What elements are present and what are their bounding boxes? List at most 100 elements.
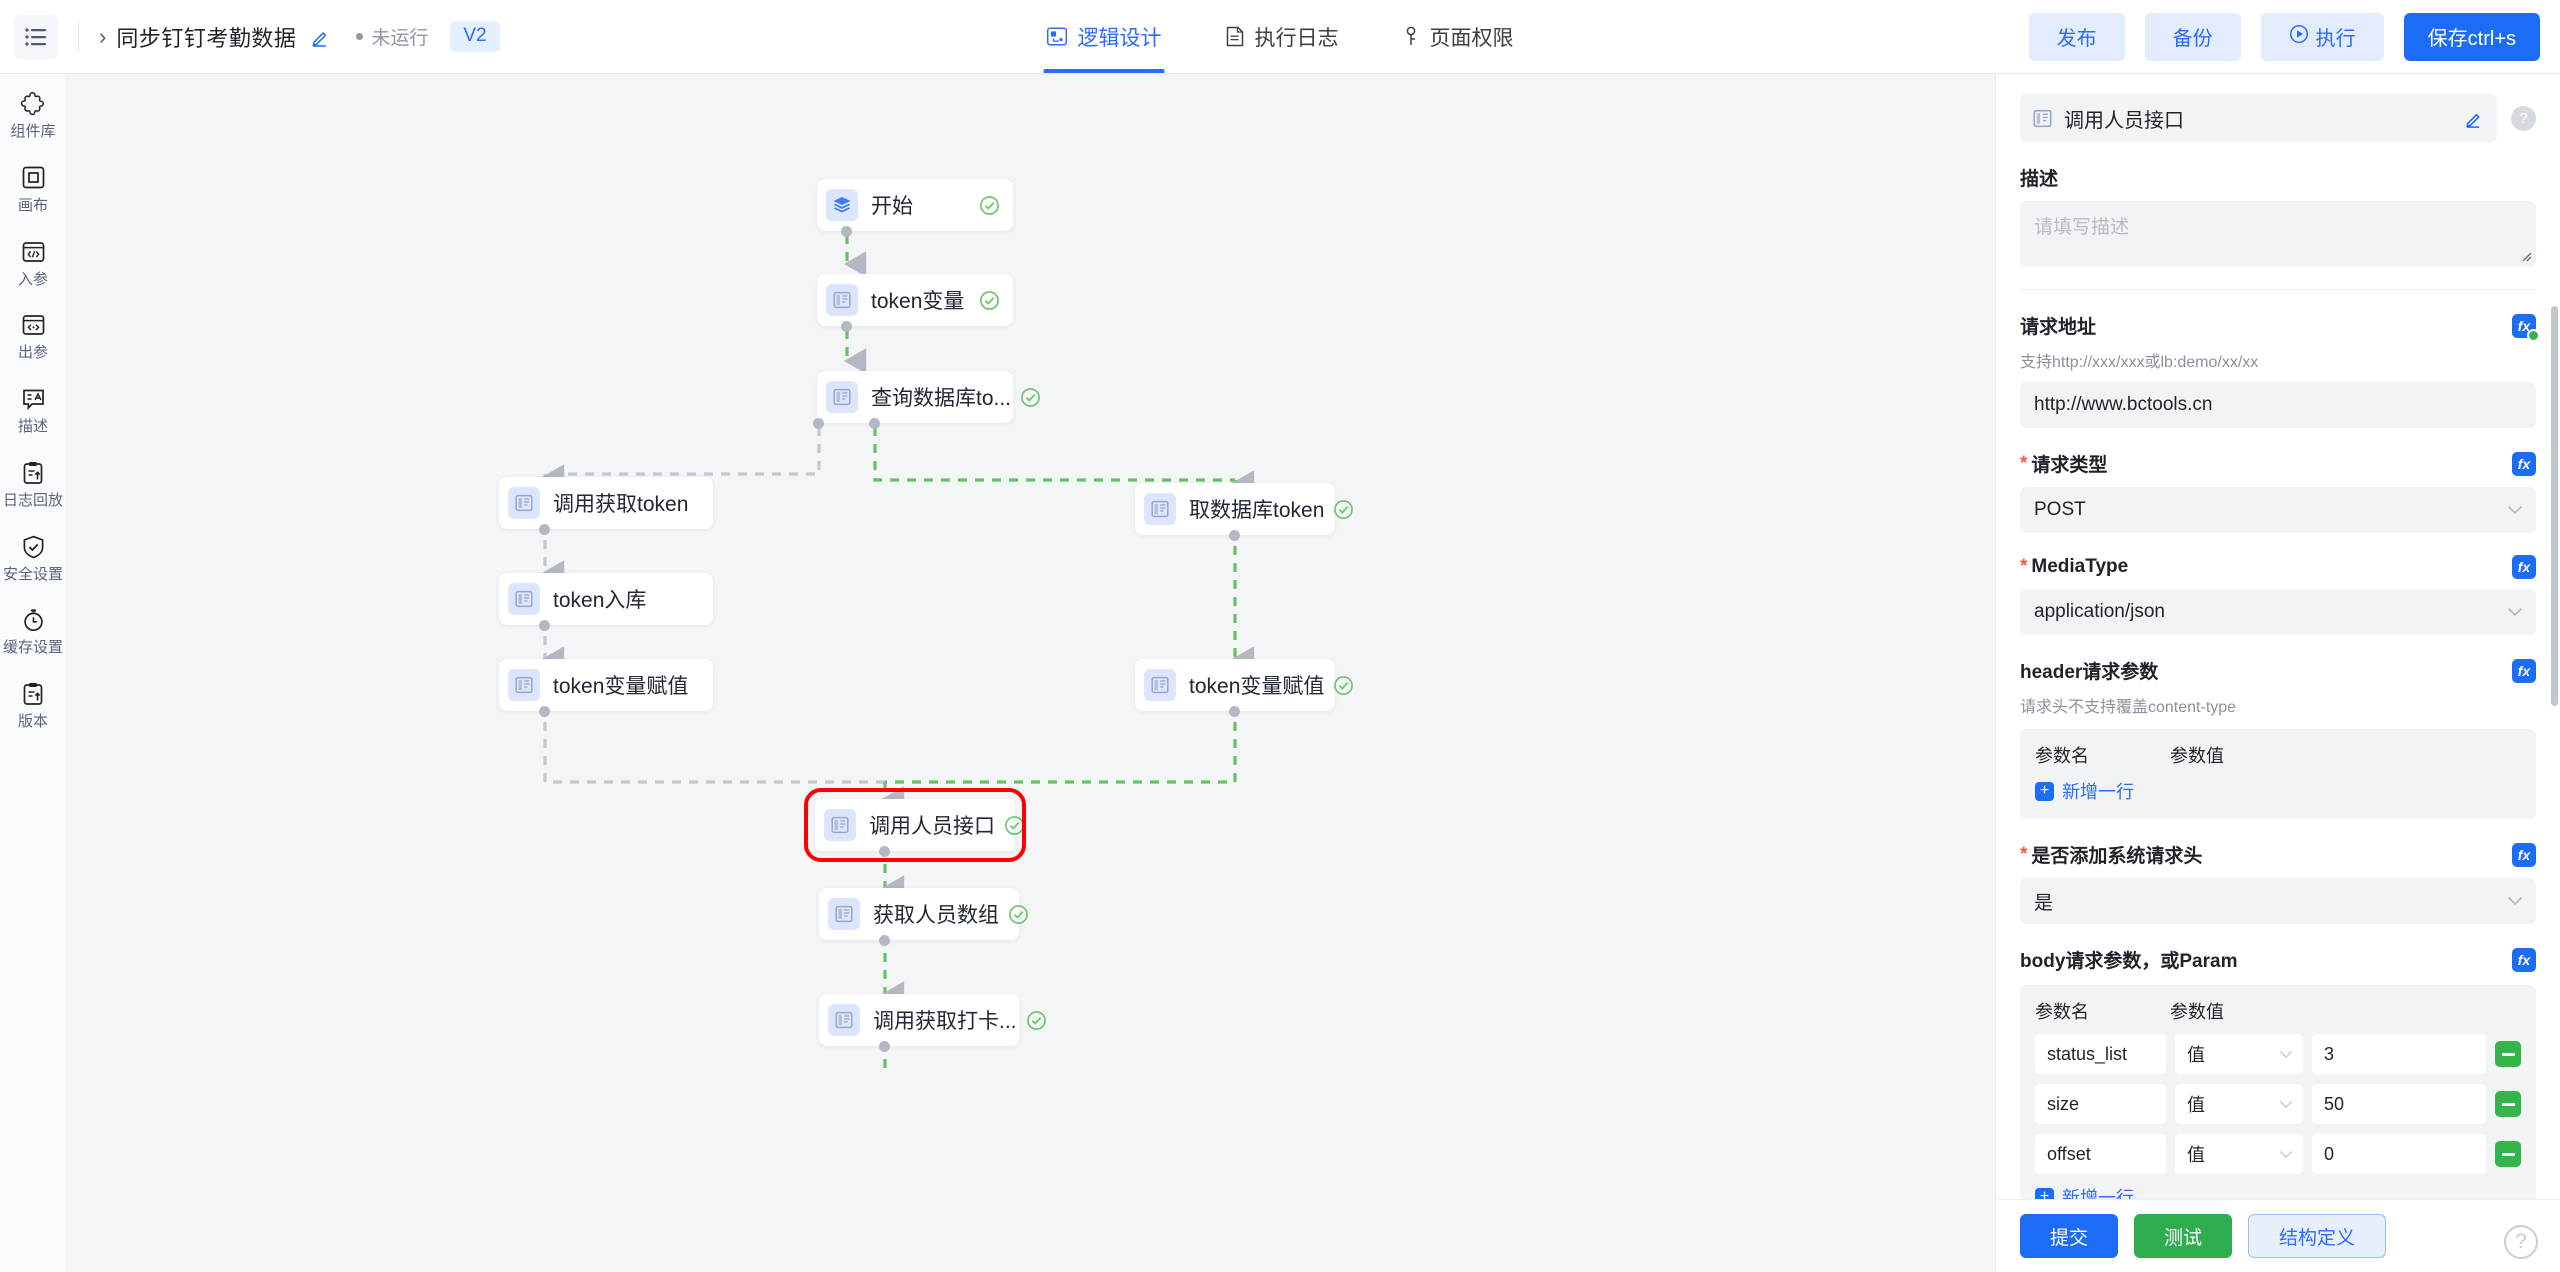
header-params-label: header请求参数 fx <box>2020 657 2536 684</box>
sidebar-item-log-replay[interactable]: 日志回放 <box>2 459 64 511</box>
play-icon <box>2289 24 2309 50</box>
body-param-type-select[interactable]: 值 <box>2175 1084 2303 1124</box>
tab-page-permission[interactable]: 页面权限 <box>1400 0 1517 73</box>
flow-node-port[interactable] <box>813 418 824 429</box>
node-name-input[interactable]: 调用人员接口 <box>2020 94 2497 142</box>
test-button[interactable]: 测试 <box>2134 1214 2232 1258</box>
body-params-label-text: body请求参数，或Param <box>2020 946 2237 973</box>
panel-divider <box>2020 289 2536 290</box>
fx-icon[interactable]: fx <box>2512 659 2536 683</box>
minus-icon <box>2502 1103 2515 1106</box>
flow-edges <box>67 74 1995 1272</box>
required-marker: * <box>2020 453 2027 475</box>
flow-node-start[interactable]: 开始 <box>817 179 1013 231</box>
panel-help-icon[interactable]: ? <box>2511 106 2536 131</box>
col-param-value: 参数值 <box>2170 742 2521 768</box>
fx-checked-icon[interactable]: fx <box>2512 314 2536 338</box>
sidebar-item-component-library[interactable]: 组件库 <box>2 90 64 142</box>
flow-node-port[interactable] <box>1229 530 1240 541</box>
body-param-name-input[interactable]: size <box>2035 1084 2166 1124</box>
flow-node-port[interactable] <box>841 321 852 332</box>
col-param-name: 参数名 <box>2035 998 2170 1024</box>
footer-help-icon[interactable]: ? <box>2504 1225 2538 1259</box>
flow-node-call-get-punch[interactable]: 调用获取打卡... <box>819 994 1019 1046</box>
system-header-label-text: 是否添加系统请求头 <box>2031 841 2202 868</box>
flow-design-icon <box>1047 26 1068 47</box>
request-url-hint: 支持http://xxx/xxx或lb:demo/xx/xx <box>2020 348 2536 372</box>
fx-icon[interactable]: fx <box>2512 555 2536 579</box>
fx-icon[interactable]: fx <box>2512 452 2536 476</box>
sidebar-item-description[interactable]: 描述 <box>2 385 64 437</box>
save-button[interactable]: 保存ctrl+s <box>2404 13 2540 61</box>
body-param-type-select[interactable]: 值 <box>2175 1134 2303 1174</box>
publish-button[interactable]: 发布 <box>2029 13 2125 61</box>
flow-node-port[interactable] <box>539 706 550 717</box>
minus-icon <box>2502 1153 2515 1156</box>
sidebar-item-version[interactable]: 版本 <box>2 680 64 732</box>
flow-node-port[interactable] <box>879 846 890 857</box>
fx-icon[interactable]: fx <box>2512 843 2536 867</box>
remove-row-button[interactable] <box>2495 1041 2521 1067</box>
body-param-value-input[interactable]: 3 <box>2312 1034 2486 1074</box>
flow-node-label: token入库 <box>553 584 646 614</box>
flow-node-query-db-token[interactable]: 查询数据库to... <box>817 371 1013 423</box>
flow-node-call-get-token[interactable]: 调用获取token <box>499 477 713 529</box>
menu-toggle-button[interactable] <box>14 15 58 59</box>
sidebar-item-cache-settings[interactable]: 缓存设置 <box>2 606 64 658</box>
media-type-select[interactable]: application/json <box>2020 589 2536 635</box>
request-url-input[interactable]: http://www.bctools.cn <box>2020 382 2536 428</box>
col-param-name: 参数名 <box>2035 742 2170 768</box>
body-param-value-input[interactable]: 0 <box>2312 1134 2486 1174</box>
body-param-type-select[interactable]: 值 <box>2175 1034 2303 1074</box>
structure-definition-button[interactable]: 结构定义 <box>2248 1214 2386 1258</box>
body-param-name-input[interactable]: offset <box>2035 1134 2166 1174</box>
flow-node-token-assign-left[interactable]: token变量赋值 <box>499 659 713 711</box>
flow-node-call-person-api[interactable]: 调用人员接口 <box>815 799 1015 851</box>
flow-node-port[interactable] <box>879 935 890 946</box>
resize-grip-icon[interactable] <box>2520 250 2532 264</box>
flow-node-token-variable[interactable]: token变量 <box>817 274 1013 326</box>
flow-node-token-assign-right[interactable]: token变量赋值 <box>1135 659 1335 711</box>
col-param-value: 参数值 <box>2170 998 2521 1024</box>
description-label-text: 描述 <box>2020 164 2058 191</box>
required-marker: * <box>2020 844 2027 866</box>
edit-title-icon[interactable] <box>310 27 330 47</box>
sidebar-item-security-settings-label: 安全设置 <box>3 566 63 585</box>
tab-exec-log[interactable]: 执行日志 <box>1223 0 1342 73</box>
panel-scrollbar[interactable] <box>2551 306 2558 706</box>
request-method-label: * 请求类型 fx <box>2020 450 2536 477</box>
tab-logic-design[interactable]: 逻辑设计 <box>1044 0 1165 73</box>
body-params-add-row-button[interactable]: + 新增一行 <box>2035 1184 2521 1199</box>
sidebar-item-output-params[interactable]: 出参 <box>2 311 64 363</box>
body-param-row: status_list 值 3 <box>2035 1034 2521 1074</box>
body-param-value-input[interactable]: 50 <box>2312 1084 2486 1124</box>
header-params-add-row-button[interactable]: + 新增一行 <box>2035 778 2521 804</box>
flow-node-get-person-array[interactable]: 获取人员数组 <box>819 888 1019 940</box>
backup-button[interactable]: 备份 <box>2145 13 2241 61</box>
description-icon <box>22 385 45 413</box>
flow-node-token-insert-db[interactable]: token入库 <box>499 573 713 625</box>
submit-button[interactable]: 提交 <box>2020 1214 2118 1258</box>
flow-node-port[interactable] <box>879 1041 890 1052</box>
flow-canvas[interactable]: 开始 token变量 <box>67 74 1995 1272</box>
request-method-select[interactable]: POST <box>2020 487 2536 533</box>
flow-node-port[interactable] <box>539 620 550 631</box>
flow-node-fetch-db-token[interactable]: 取数据库token <box>1135 483 1335 535</box>
body-param-name-input[interactable]: status_list <box>2035 1034 2166 1074</box>
flow-node-port[interactable] <box>869 418 880 429</box>
sidebar-item-input-params[interactable]: 入参 <box>2 238 64 290</box>
fx-icon[interactable]: fx <box>2512 948 2536 972</box>
remove-row-button[interactable] <box>2495 1091 2521 1117</box>
remove-row-button[interactable] <box>2495 1141 2521 1167</box>
sidebar-item-security-settings[interactable]: 安全设置 <box>2 533 64 585</box>
run-button[interactable]: 执行 <box>2261 13 2384 61</box>
system-header-select[interactable]: 是 <box>2020 878 2536 924</box>
sidebar-item-log-replay-label: 日志回放 <box>3 492 63 511</box>
description-textarea[interactable]: 请填写描述 <box>2020 201 2536 267</box>
sidebar-item-canvas[interactable]: 画布 <box>2 164 64 216</box>
version-badge[interactable]: V2 <box>450 21 499 52</box>
flow-node-port[interactable] <box>841 226 852 237</box>
flow-node-port[interactable] <box>1229 706 1240 717</box>
flow-node-port[interactable] <box>539 524 550 535</box>
edit-node-name-icon[interactable] <box>2464 109 2483 128</box>
